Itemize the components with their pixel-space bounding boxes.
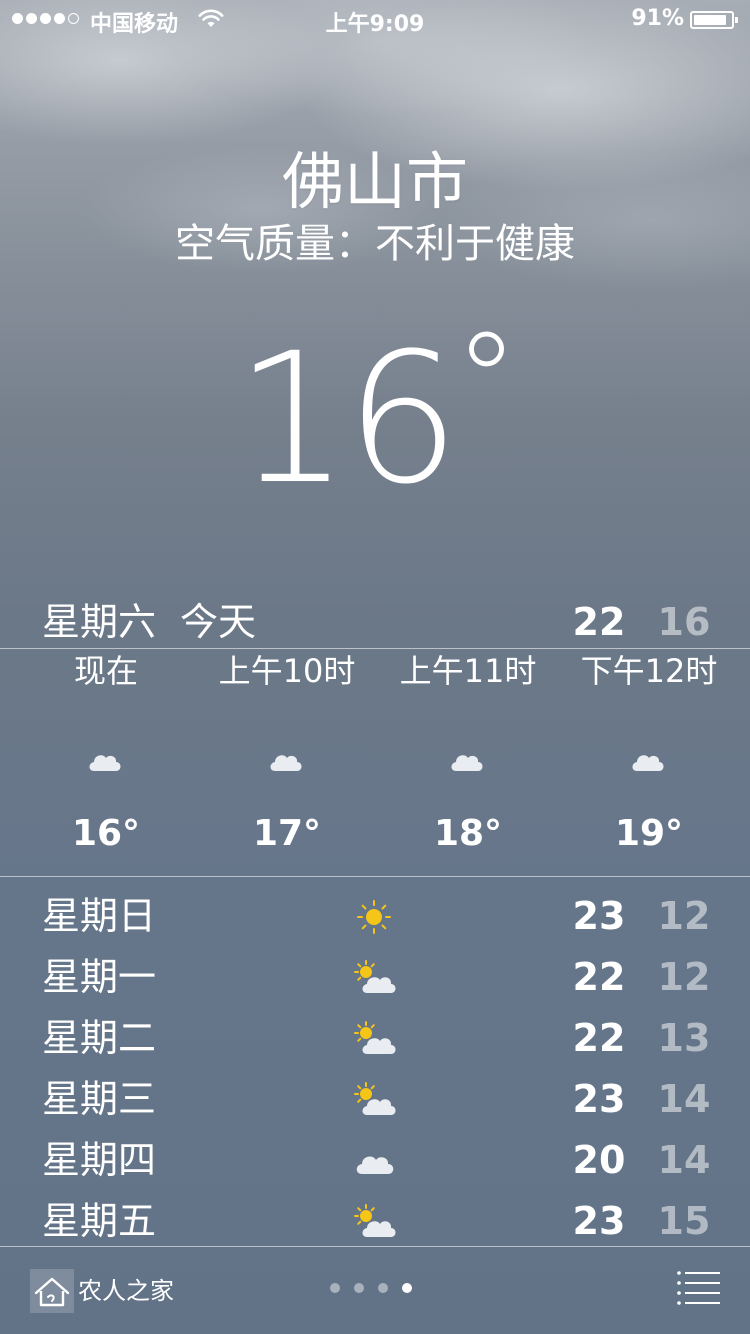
hour-temperature: 19° [614, 813, 684, 854]
cloud-icon [632, 755, 664, 771]
daily-high-temp: 22 [572, 1016, 626, 1060]
daily-high-temp: 22 [572, 955, 626, 999]
daily-high-temp: 23 [572, 894, 626, 938]
daily-high-temp: 23 [572, 1077, 626, 1121]
page-dot[interactable] [378, 1283, 388, 1293]
hour-time: 上午11时 [399, 652, 537, 690]
today-low-temp: 16 [657, 600, 711, 644]
cloud-icon [451, 755, 483, 771]
current-temperature-value: 16 [234, 315, 460, 524]
weekday: 星期日 [42, 894, 157, 938]
daily-row: 星期一 22 12 [0, 947, 750, 1008]
sun-icon [357, 900, 391, 934]
hour-time: 上午10时 [218, 652, 356, 690]
degree-symbol: ° [454, 304, 519, 456]
battery-icon [690, 11, 738, 29]
today-weekday: 星期六 [42, 600, 157, 644]
page-dot[interactable] [330, 1283, 340, 1293]
weekday: 星期二 [42, 1016, 157, 1060]
daily-row: 星期二 22 13 [0, 1008, 750, 1069]
cloud-icon [89, 755, 121, 771]
partly-cloudy-icon [354, 1021, 396, 1054]
today-label: 今天 [180, 600, 257, 644]
house-logo-icon [30, 1269, 74, 1313]
hour-temperature: 16° [71, 813, 141, 854]
daily-row: 星期五 23 15 [0, 1191, 750, 1252]
daily-forecast[interactable]: 星期日 23 12 星期一 22 12 星期二 22 13 星期三 23 14 … [0, 886, 750, 1252]
hour-temperature: 18° [433, 813, 503, 854]
daily-low-temp: 15 [657, 1199, 711, 1243]
daily-low-temp: 12 [657, 955, 711, 999]
daily-low-temp: 14 [657, 1077, 711, 1121]
weekday: 星期一 [42, 955, 157, 999]
daily-low-temp: 12 [657, 894, 711, 938]
partly-cloudy-icon [354, 1082, 396, 1115]
hour-time: 下午12时 [580, 652, 718, 690]
hour-time: 现在 [73, 652, 138, 690]
daily-low-temp: 13 [657, 1016, 711, 1060]
daily-low-temp: 14 [657, 1138, 711, 1182]
status-bar: 中国移动 上午9:09 91% [0, 0, 750, 40]
daily-high-temp: 20 [572, 1138, 626, 1182]
partly-cloudy-icon [354, 960, 396, 993]
hour-temperature: 17° [252, 813, 322, 854]
daily-row: 星期三 23 14 [0, 1069, 750, 1130]
cloud-icon [270, 755, 302, 771]
weekday: 星期四 [42, 1138, 157, 1182]
bottom-toolbar: 农人之家 [0, 1247, 750, 1334]
hourly-item: 下午12时 19° [559, 649, 739, 875]
partly-cloudy-icon [354, 1204, 396, 1237]
weekday: 星期五 [42, 1199, 157, 1243]
daily-row: 星期日 23 12 [0, 886, 750, 947]
daily-row: 星期四 20 14 [0, 1130, 750, 1191]
cloud-icon [356, 1156, 394, 1174]
watermark: 农人之家 [28, 1267, 174, 1315]
city-list-icon[interactable] [676, 1269, 722, 1305]
today-summary-row: 星期六 今天 22 16 [0, 596, 750, 648]
hourly-item: 上午11时 18° [378, 649, 558, 875]
hourly-forecast[interactable]: 现在 16° 上午10时 17° 上午11时 18° 下午12时 19° [16, 649, 736, 875]
city-name: 佛山市 [281, 145, 468, 218]
hourly-item: 上午10时 17° [197, 649, 377, 875]
page-dot[interactable] [354, 1283, 364, 1293]
hourly-item: 现在 16° [16, 649, 196, 875]
page-dot-active[interactable] [402, 1283, 412, 1293]
current-temperature: 16° [0, 282, 750, 518]
today-high-temp: 22 [572, 600, 626, 644]
battery-percentage: 91% [631, 6, 684, 31]
daily-high-temp: 23 [572, 1199, 626, 1243]
air-quality-status: 空气质量：不利于健康 [175, 221, 575, 267]
divider [0, 876, 750, 877]
weekday: 星期三 [42, 1077, 157, 1121]
page-indicator[interactable] [330, 1283, 412, 1293]
watermark-text: 农人之家 [78, 1277, 174, 1305]
